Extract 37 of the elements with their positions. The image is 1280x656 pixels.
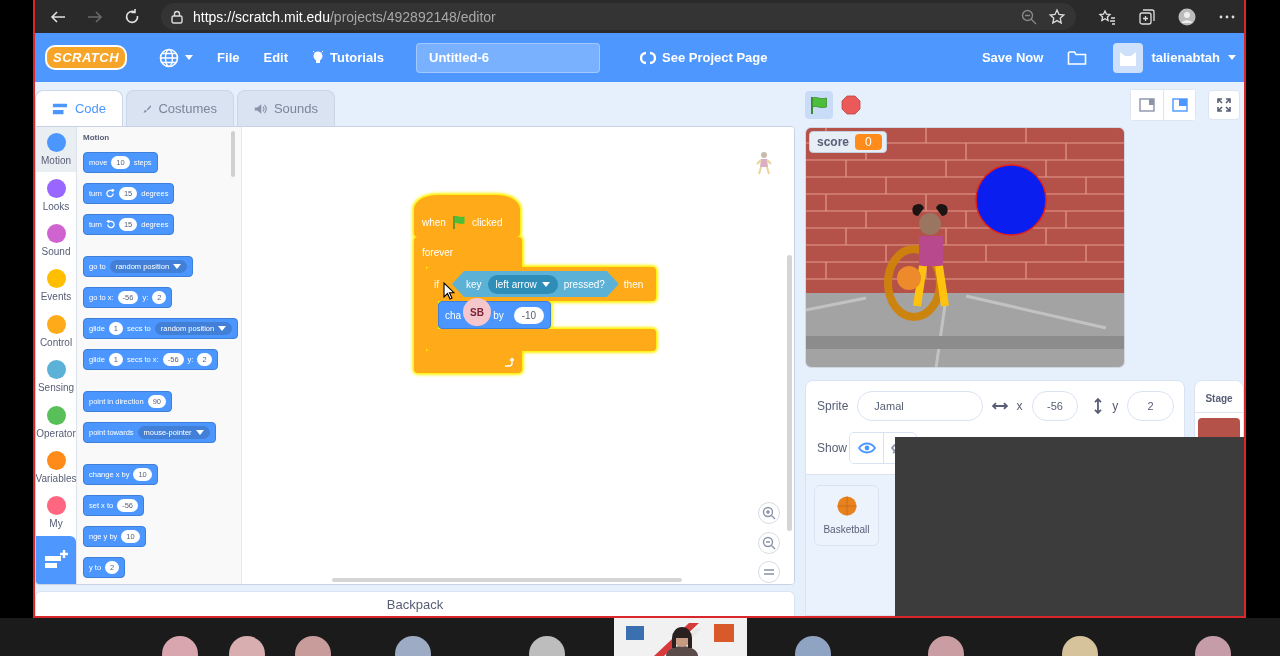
category-item[interactable]: Sound	[36, 217, 76, 264]
block-label: when	[422, 216, 446, 228]
category-item[interactable]: Events	[36, 263, 76, 309]
category-item[interactable]: Motion	[36, 127, 76, 173]
sprite-name: Basketball	[823, 524, 870, 535]
monitor-value: 0	[855, 134, 882, 150]
block-label: cha	[445, 309, 462, 321]
category-item[interactable]: Looks	[36, 172, 76, 218]
field-label: Show	[817, 441, 848, 455]
monitor-label: score	[817, 135, 850, 149]
sprite-name-field[interactable]: Jamal	[857, 391, 983, 421]
block-label: forever	[422, 246, 454, 258]
block-label: by	[493, 309, 504, 321]
block-label: clicked	[471, 216, 503, 228]
x-position-field[interactable]: -56	[1031, 391, 1079, 421]
block-label: pressed?	[563, 278, 605, 290]
field-label: x	[1016, 399, 1023, 413]
y-position-field[interactable]: 2	[1127, 391, 1174, 421]
category-item[interactable]: Variables	[36, 444, 76, 491]
field-label: Sprite	[817, 399, 849, 413]
category-item[interactable]: Operator	[36, 399, 76, 445]
url-text: https://scratch.mit.edu/projects/492892148/editor	[193, 8, 496, 25]
key-pressed-block[interactable]: key left arrow pressed?	[452, 271, 619, 297]
field-label: y	[1112, 399, 1119, 413]
backpack-bar[interactable]: Backpack	[35, 591, 795, 616]
block-label: key	[466, 278, 482, 290]
stage-label: Stage	[1195, 381, 1243, 413]
number-input[interactable]: -10	[513, 306, 545, 324]
block-label: if	[434, 278, 439, 290]
category-item[interactable]: Control	[36, 308, 76, 354]
category-item[interactable]: My	[36, 490, 76, 536]
category-heading: Motion	[83, 133, 111, 142]
dropdown-menu[interactable]: left arrow	[487, 274, 558, 294]
category-item[interactable]: Sensing	[36, 353, 76, 400]
address-bar[interactable]: https://scratch.mit.edu/projects/492892148/editor	[161, 3, 1076, 30]
sprite-tile[interactable]: Basketball	[814, 485, 879, 546]
block-label: then	[623, 278, 644, 290]
